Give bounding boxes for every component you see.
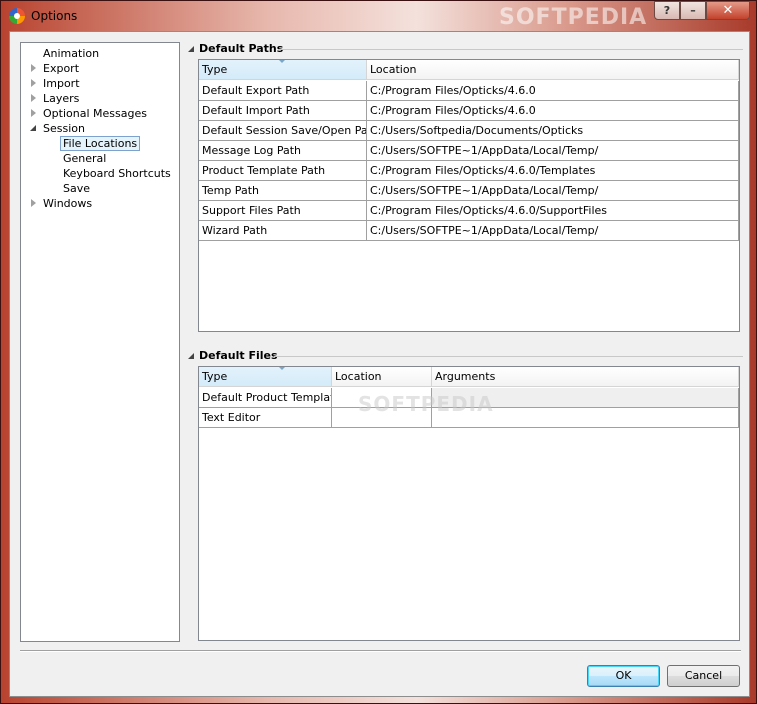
minimize-button[interactable]: – <box>680 1 706 20</box>
tree-item-label: General <box>63 152 107 165</box>
default-paths-header[interactable]: Default Paths <box>188 42 743 56</box>
dialog-body: Animation Export Import Layers Optional Mess… <box>9 31 750 697</box>
table-cell[interactable]: Default Product Template <box>199 388 332 408</box>
default-paths-table[interactable]: Type Location Default Export Path C:/Progra… <box>198 59 740 332</box>
app-icon <box>9 8 25 24</box>
expand-arrow-icon[interactable] <box>31 79 36 87</box>
divider <box>278 49 743 50</box>
table-cell[interactable]: C:/Program Files/Opticks/4.6.0/Templates <box>367 161 739 181</box>
sort-arrow-icon <box>279 367 285 370</box>
divider <box>274 356 743 357</box>
tree-item-animation[interactable]: Animation <box>43 46 99 61</box>
table-cell[interactable]: Default Import Path <box>199 101 367 121</box>
column-header-label: Arguments <box>435 370 496 383</box>
tree-item-keyboard-shortcuts[interactable]: Keyboard Shortcuts <box>63 166 171 181</box>
tree-item-label: Save <box>63 182 91 195</box>
ok-button[interactable]: OK <box>587 665 660 687</box>
window-title: Options <box>31 9 78 23</box>
sort-arrow-icon <box>279 60 285 63</box>
table-row[interactable]: Support Files Path C:/Program Files/Optic… <box>199 201 739 221</box>
column-header-location[interactable]: Location <box>367 60 739 80</box>
tree-item-label: File Locations <box>60 136 141 151</box>
tree-item-general[interactable]: General <box>63 151 106 166</box>
tree-item-label: Keyboard Shortcuts <box>63 167 171 180</box>
tree-item-label: Layers <box>43 92 80 105</box>
tree-item-layers[interactable]: Layers <box>31 91 80 106</box>
table-cell[interactable]: Default Export Path <box>199 81 367 101</box>
title-bar[interactable]: Options SOFTPEDIA ? – ✕ <box>1 1 756 31</box>
column-header-label: Type <box>202 63 228 76</box>
table-cell[interactable]: Product Template Path <box>199 161 367 181</box>
close-button[interactable]: ✕ <box>706 1 750 20</box>
tree-item-optional-messages[interactable]: Optional Messages <box>31 106 147 121</box>
default-files-title: Default Files <box>199 349 278 362</box>
table-cell[interactable]: C:/Program Files/Opticks/4.6.0 <box>367 101 739 121</box>
expand-arrow-icon[interactable] <box>31 109 36 117</box>
cancel-button[interactable]: Cancel <box>667 665 740 687</box>
tree-item-label: Export <box>43 62 80 75</box>
table-cell[interactable]: C:/Program Files/Opticks/4.6.0 <box>367 81 739 101</box>
table-row[interactable]: Wizard Path C:/Users/SOFTPE~1/AppData/Loc… <box>199 221 739 241</box>
column-header-label: Location <box>335 370 382 383</box>
column-header-arguments[interactable]: Arguments <box>432 367 739 387</box>
tree-item-file-locations[interactable]: File Locations <box>60 136 141 151</box>
tree-item-label: Session <box>43 122 85 135</box>
table-cell[interactable]: C:/Users/SOFTPE~1/AppData/Local/Temp/ <box>367 221 739 241</box>
table-row[interactable]: Temp Path C:/Users/SOFTPE~1/AppData/Local… <box>199 181 739 201</box>
table-row[interactable]: Message Log Path C:/Users/SOFTPE~1/AppDat… <box>199 141 739 161</box>
table-cell[interactable]: Wizard Path <box>199 221 367 241</box>
table-row[interactable]: Default Session Save/Open Path C:/Users/S… <box>199 121 739 141</box>
expand-arrow-icon[interactable] <box>31 94 36 102</box>
tree-item-label: Windows <box>43 197 93 210</box>
table-cell[interactable]: Message Log Path <box>199 141 367 161</box>
tree-item-label: Optional Messages <box>43 107 147 120</box>
table-cell[interactable]: Temp Path <box>199 181 367 201</box>
table-header: Type Location Arguments <box>199 367 739 387</box>
column-header-location[interactable]: Location <box>332 367 432 387</box>
options-tree[interactable]: Animation Export Import Layers Optional Mess… <box>20 42 180 642</box>
table-cell[interactable]: Default Session Save/Open Path <box>199 121 367 141</box>
column-header-label: Location <box>370 63 417 76</box>
tree-item-import[interactable]: Import <box>31 76 80 91</box>
window-controls: ? – ✕ <box>654 1 750 20</box>
separator <box>20 650 741 652</box>
default-paths-title: Default Paths <box>199 42 284 55</box>
column-header-type[interactable]: Type <box>199 367 332 387</box>
tree-item-save[interactable]: Save <box>63 181 90 196</box>
table-cell[interactable]: Support Files Path <box>199 201 367 221</box>
softpedia-watermark: SOFTPEDIA <box>358 392 494 416</box>
collapse-arrow-icon[interactable] <box>188 353 194 359</box>
tree-item-session[interactable]: Session <box>30 121 85 136</box>
table-header: Type Location <box>199 60 739 80</box>
table-row[interactable]: Default Export Path C:/Program Files/Opti… <box>199 81 739 101</box>
options-window: Options SOFTPEDIA ? – ✕ Animation Export I… <box>0 0 757 704</box>
table-cell[interactable]: Text Editor <box>199 408 332 428</box>
expand-arrow-icon[interactable] <box>31 199 36 207</box>
tree-item-label: Import <box>43 77 80 90</box>
collapse-arrow-icon[interactable] <box>188 46 194 52</box>
help-button[interactable]: ? <box>654 1 680 20</box>
collapse-arrow-icon[interactable] <box>30 125 36 131</box>
expand-arrow-icon[interactable] <box>31 64 36 72</box>
softpedia-watermark: SOFTPEDIA <box>499 5 648 30</box>
settings-panel: Default Paths Type Location Default Export… <box>188 42 743 642</box>
tree-item-windows[interactable]: Windows <box>31 196 93 211</box>
table-cell[interactable]: C:/Users/SOFTPE~1/AppData/Local/Temp/ <box>367 141 739 161</box>
tree-item-label: Animation <box>43 47 100 60</box>
column-header-type[interactable]: Type <box>199 60 367 80</box>
table-row[interactable]: Product Template Path C:/Program Files/Op… <box>199 161 739 181</box>
table-cell[interactable]: C:/Program Files/Opticks/4.6.0/SupportFi… <box>367 201 739 221</box>
table-cell[interactable]: C:/Users/SOFTPE~1/AppData/Local/Temp/ <box>367 181 739 201</box>
table-row[interactable]: Default Import Path C:/Program Files/Opti… <box>199 101 739 121</box>
tree-item-export[interactable]: Export <box>31 61 80 76</box>
column-header-label: Type <box>202 370 228 383</box>
default-files-header[interactable]: Default Files <box>188 349 743 363</box>
table-cell[interactable]: C:/Users/Softpedia/Documents/Opticks <box>367 121 739 141</box>
